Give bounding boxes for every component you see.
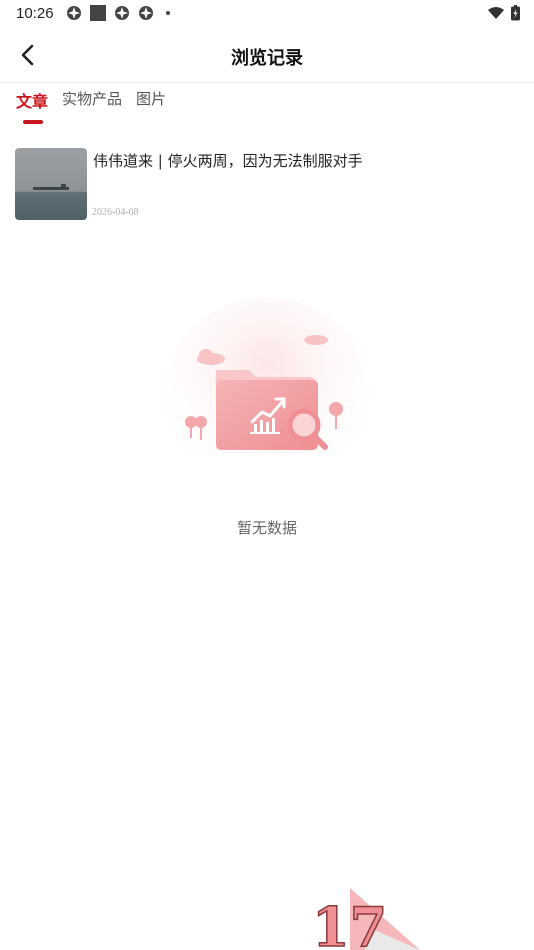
floating-badge-icon[interactable]: 17 xyxy=(310,888,420,950)
status-bar: 10:26 xyxy=(0,0,534,28)
status-system-icons xyxy=(487,5,520,21)
battery-icon xyxy=(511,5,520,21)
article-title: 伟伟道来 | 停火两周，因为无法制服对手 xyxy=(93,152,363,170)
aperture-icon xyxy=(139,6,153,20)
tab-articles[interactable]: 文章 xyxy=(16,88,48,124)
status-notification-icons xyxy=(66,5,170,21)
tab-images[interactable]: 图片 xyxy=(136,88,166,122)
tab-physical-products[interactable]: 实物产品 xyxy=(62,88,122,122)
wifi-icon xyxy=(488,7,504,19)
category-tabs: 文章 实物产品 图片 xyxy=(16,88,166,124)
square-app-icon xyxy=(90,5,106,21)
empty-state-message: 暂无数据 xyxy=(236,519,297,537)
status-time: 10:26 xyxy=(16,5,54,22)
more-notifications-dot-icon xyxy=(166,11,170,15)
empty-folder-illustration xyxy=(164,298,370,458)
page-title: 浏览记录 xyxy=(231,48,303,69)
article-thumbnail xyxy=(15,148,87,220)
aperture-icon xyxy=(67,6,81,20)
aperture-icon xyxy=(115,6,129,20)
article-date: 2026-04-08 xyxy=(92,207,139,218)
list-item[interactable]: 伟伟道来 | 停火两周，因为无法制服对手 2026-04-08 xyxy=(15,148,520,220)
app-header: 浏览记录 xyxy=(0,30,534,83)
badge-number: 17 xyxy=(312,895,387,950)
